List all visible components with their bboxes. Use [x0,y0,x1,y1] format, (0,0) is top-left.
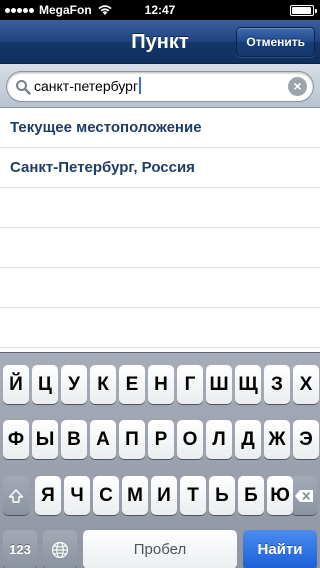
letter-key[interactable]: Щ [235,365,261,404]
letter-key[interactable]: У [61,365,87,404]
letter-key[interactable]: З [264,365,290,404]
list-item-current-location[interactable]: Текущее местоположение [0,108,320,148]
globe-key[interactable] [43,530,77,568]
letter-key[interactable]: Л [206,420,232,459]
results-list: Текущее местоположение Санкт-Петербург, … [0,108,320,348]
letter-key[interactable]: М [122,476,148,515]
letter-key[interactable]: Я [35,476,61,515]
letter-key[interactable]: Ф [3,420,29,459]
letter-key[interactable]: Г [177,365,203,404]
battery-level [292,7,311,14]
keyboard: 123 Пробел Найти ЙЦУКЕНГШЩЗХ ФЫВАПРОЛДЖЭ Я… [0,352,320,568]
letter-key[interactable]: Е [119,365,145,404]
letter-key[interactable]: К [90,365,116,404]
letter-key[interactable]: Д [235,420,261,459]
letter-key[interactable]: Ь [209,476,235,515]
search-text: санкт-петербург [34,72,142,101]
letter-key[interactable]: Б [238,476,264,515]
letter-key[interactable]: П [119,420,145,459]
empty-row [0,188,320,228]
cancel-button[interactable]: Отменить [236,27,315,57]
letter-key[interactable]: Р [148,420,174,459]
space-key[interactable]: Пробел [83,530,237,568]
battery-icon [290,5,317,16]
letter-key[interactable]: Н [148,365,174,404]
letter-key[interactable]: Т [180,476,206,515]
shift-icon [8,489,24,503]
list-item-result[interactable]: Санкт-Петербург, Россия [0,148,320,188]
letter-key[interactable]: Ч [64,476,90,515]
shift-key[interactable] [3,476,29,515]
letter-key[interactable]: Э [293,420,319,459]
letter-key[interactable]: О [177,420,203,459]
status-bar: MegaFon 12:47 [0,0,320,20]
letter-key[interactable]: Ю [267,476,293,515]
letter-key[interactable]: А [90,420,116,459]
empty-row [0,268,320,308]
letter-key[interactable]: И [151,476,177,515]
go-key[interactable]: Найти [243,530,317,568]
backspace-key[interactable] [291,476,317,515]
search-input[interactable]: санкт-петербург × [6,71,314,102]
navigation-bar: Пункт Отменить [0,20,320,64]
letter-key[interactable]: С [93,476,119,515]
letter-key[interactable]: Ж [264,420,290,459]
numbers-key[interactable]: 123 [3,530,37,568]
search-value: санкт-петербург [34,78,139,94]
letter-key[interactable]: Ы [32,420,58,459]
letter-key[interactable]: В [61,420,87,459]
letter-key[interactable]: Х [293,365,319,404]
empty-row [0,228,320,268]
search-icon [16,80,31,95]
letter-key[interactable]: Ц [32,365,58,404]
text-caret [139,77,142,94]
letter-key[interactable]: Й [3,365,29,404]
letter-key[interactable]: Ш [206,365,232,404]
empty-row [0,308,320,348]
backspace-icon [295,489,313,502]
search-bar: санкт-петербург × [0,64,320,108]
status-time: 12:47 [144,3,176,17]
globe-icon [51,541,69,559]
clear-icon[interactable]: × [288,77,307,96]
